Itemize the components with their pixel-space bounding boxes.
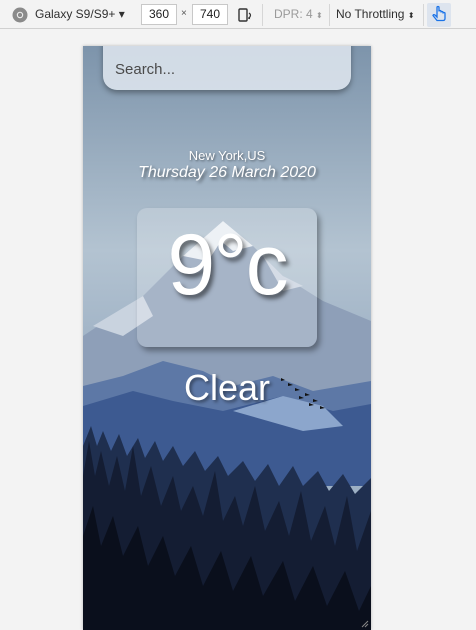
temperature-card: 9°c [137, 208, 317, 347]
resize-grip-icon[interactable] [361, 620, 369, 628]
dpr-select[interactable]: DPR: 4 ⬍ [274, 7, 323, 21]
width-input[interactable]: 360 [141, 4, 177, 25]
throttling-select[interactable]: No Throttling ⬍ [336, 7, 415, 21]
touch-toggle-button[interactable] [427, 3, 451, 27]
device-viewport: New York,US Thursday 26 March 2020 9°c C… [83, 46, 371, 630]
device-select[interactable]: Galaxy S9/S9+ ▾ [35, 7, 131, 21]
chevron-updown-icon: ⬍ [407, 11, 415, 20]
chevron-updown-icon: ⬍ [316, 11, 323, 20]
location-label: New York,US [188, 148, 266, 163]
date-label: Thursday 26 March 2020 [138, 164, 316, 181]
dimension-separator: × [181, 8, 187, 19]
height-input[interactable]: 740 [192, 4, 228, 25]
dpr-label: DPR: 4 [274, 7, 313, 21]
toolbar-divider [423, 4, 424, 26]
search-bar[interactable] [103, 46, 351, 90]
toolbar-divider [262, 4, 263, 26]
toolbar-divider [329, 4, 330, 26]
search-input[interactable] [115, 61, 335, 78]
throttling-label: No Throttling [336, 7, 405, 21]
chrome-icon [12, 7, 28, 23]
rotate-icon[interactable] [237, 7, 253, 23]
temperature-value: 9°c [167, 217, 288, 313]
device-toolbar: Galaxy S9/S9+ ▾ 360 × 740 DPR: 4 ⬍ No Th… [0, 0, 476, 29]
weather-condition: Clear [183, 367, 271, 408]
hand-pointer-icon [432, 5, 446, 22]
